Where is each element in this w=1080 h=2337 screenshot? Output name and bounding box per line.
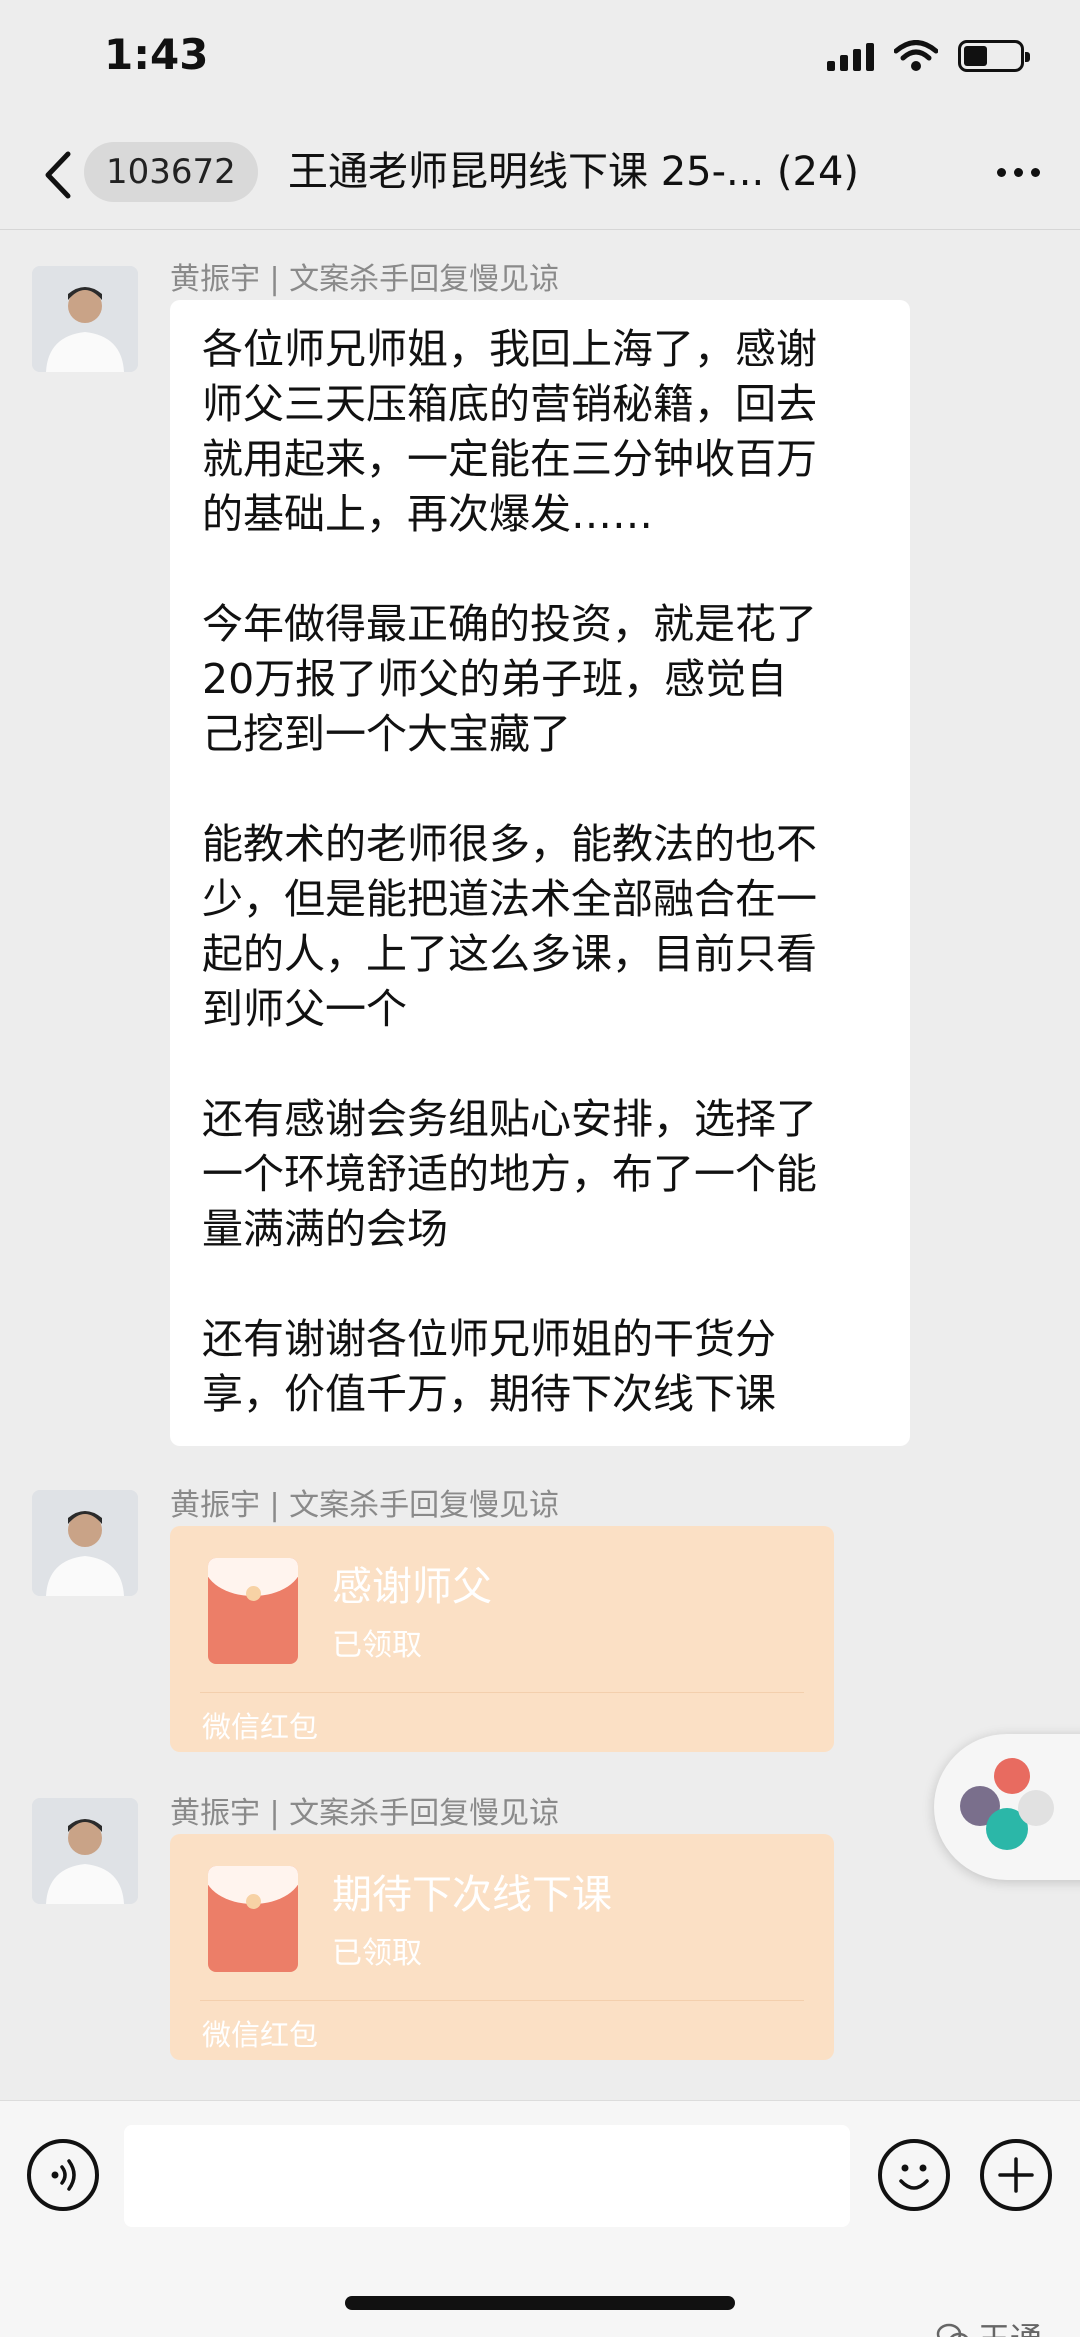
home-indicator [345,2296,735,2310]
status-bar: 1:43 [0,0,1080,120]
watermark-text: 王通 [978,2314,1042,2337]
red-envelope-icon [208,1558,298,1664]
wechat-icon [936,2323,968,2337]
wifi-icon [894,40,938,71]
status-icons [827,40,1030,72]
plus-icon[interactable] [980,2139,1052,2211]
back-chevron-icon[interactable] [38,150,78,200]
message-input[interactable] [124,2125,850,2227]
voice-icon[interactable] [27,2139,99,2211]
avatar[interactable] [32,266,138,372]
chat-title[interactable]: 王通老师昆明线下课 25-... (24) [288,142,859,202]
link-icon [1018,1790,1054,1826]
divider [200,2000,804,2001]
message-paragraph: 还有谢谢各位师兄师姐的干货分 享，价值千万，期待下次线下课 [202,1315,776,1418]
red-packet-card[interactable]: 期待下次线下课 已领取 微信红包 [170,1834,834,2060]
message-paragraph: 能教术的老师很多，能教法的也不 少，但是能把道法术全部融合在一 起的人，上了这么… [202,820,817,1033]
avatar[interactable] [32,1798,138,1904]
nav-bar: 103672 王通老师昆明线下课 25-... (24) [0,120,1080,230]
avatar[interactable] [32,1490,138,1596]
person-photo-icon [32,1490,138,1596]
emoji-icon[interactable] [878,2139,950,2211]
red-packet-status: 已领取 [332,1628,422,1663]
message-bubble[interactable]: 各位师兄师姐，我回上海了，感谢 师父三天压箱底的营销秘籍，回去 就用起来，一定能… [170,300,910,1446]
red-packet-title: 感谢师父 [332,1564,492,1610]
sender-name: 黄振宇 | 文案杀手回复慢见谅 [170,1488,560,1523]
red-packet-brand: 微信红包 [202,2018,319,2052]
message-paragraph: 今年做得最正确的投资，就是花了 20万报了师父的弟子班，感觉自 己挖到一个大宝藏… [202,600,817,758]
battery-fill [964,46,987,66]
battery-icon [958,40,1030,72]
person-photo-icon [32,1798,138,1904]
signal-icon [827,41,874,71]
person-photo-icon [32,266,138,372]
app-dot-icon [994,1758,1030,1794]
more-dots-icon[interactable] [997,168,1040,177]
red-envelope-icon [208,1866,298,1972]
unread-count-badge[interactable]: 103672 [84,142,258,202]
message-paragraph: 还有感谢会务组贴心安排，选择了 一个环境舒适的地方，布了一个能 量满满的会场 [202,1095,817,1253]
red-packet-status: 已领取 [332,1936,422,1971]
red-packet-card[interactable]: 感谢师父 已领取 微信红包 [170,1526,834,1752]
divider [200,1692,804,1693]
red-packet-brand: 微信红包 [202,1710,319,1744]
message-paragraph: 各位师兄师姐，我回上海了，感谢 师父三天压箱底的营销秘籍，回去 就用起来，一定能… [202,325,817,538]
floating-window-bubble[interactable] [934,1734,1080,1880]
status-time: 1:43 [104,30,209,79]
sender-name: 黄振宇 | 文案杀手回复慢见谅 [170,1796,560,1831]
sender-name: 黄振宇 | 文案杀手回复慢见谅 [170,262,560,297]
red-packet-title: 期待下次线下课 [332,1872,612,1918]
watermark: 王通 [936,2314,1042,2337]
